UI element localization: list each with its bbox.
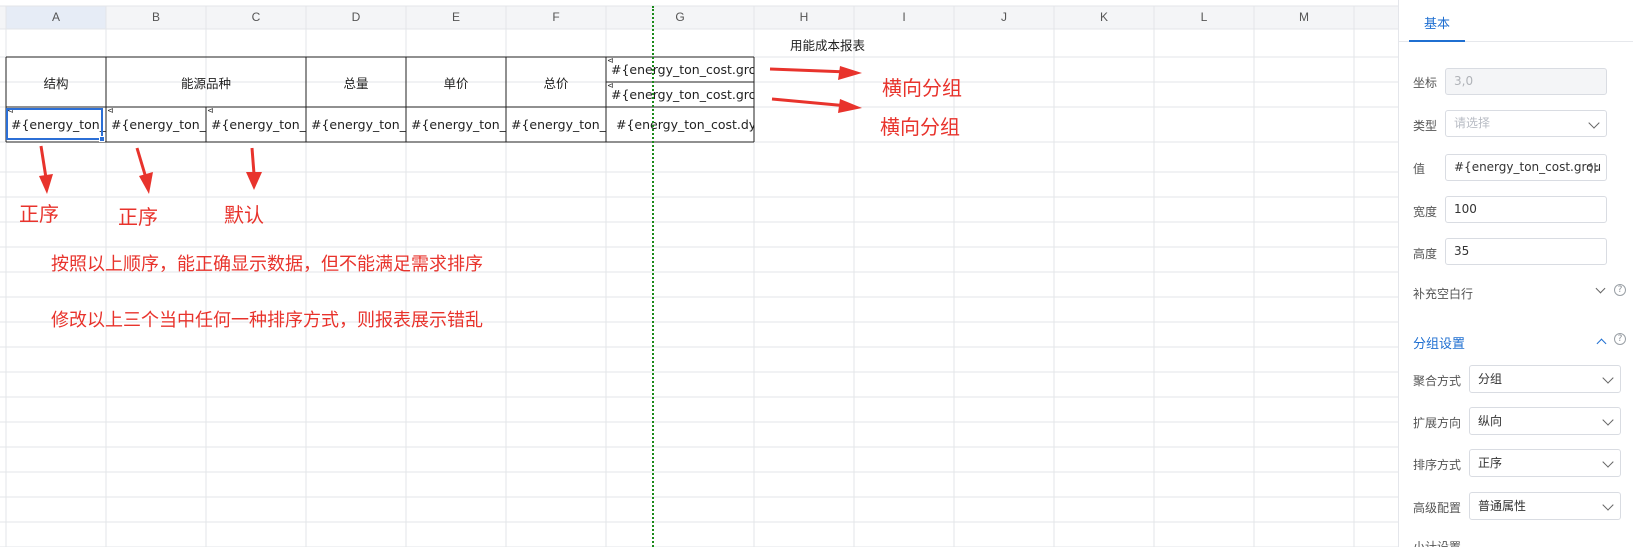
expand-direction-value: 纵向 [1478, 414, 1503, 428]
data-cell-b[interactable]: ⊲ #{energy_ton_ [106, 107, 206, 142]
report-title: 用能成本报表 [790, 38, 866, 53]
sort-label: 排序方式 [1413, 458, 1462, 472]
column-header-i[interactable]: I [854, 6, 954, 29]
type-label: 类型 [1413, 119, 1438, 133]
advanced-config-value: 普通属性 [1478, 499, 1527, 513]
expand-direction-label: 扩展方向 [1413, 416, 1462, 430]
height-field[interactable]: 35 [1445, 238, 1607, 265]
group-marker-icon: ⊲ [107, 107, 114, 115]
header-group-row1[interactable]: ⊲ #{energy_ton_cost.gro [606, 57, 754, 82]
report-designer: ABCDEFGHIJKLM 用能成本报表 结构 能源品种 总量 单价 总价 ⊲ … [0, 0, 1633, 547]
property-panel: 基本 坐标 3,0 类型 请选择 值 #{energy_ton_cost.gro… [1398, 0, 1633, 547]
tab-basic[interactable]: 基本 [1409, 10, 1465, 42]
annotation-note-1: 按照以上顺序，能正确显示数据，但不能满足需求排序 [51, 254, 483, 275]
type-select-placeholder: 请选择 [1454, 116, 1491, 130]
coordinate-label: 坐标 [1413, 76, 1438, 90]
data-cell-c[interactable]: ⊲ #{energy_ton_ [206, 107, 306, 142]
sort-select[interactable]: 正序 [1469, 449, 1621, 477]
chevron-down-icon [1588, 117, 1600, 129]
header-total-amount[interactable]: 总量 [306, 57, 406, 107]
column-header-f[interactable]: F [506, 6, 606, 29]
column-header-h[interactable]: H [754, 6, 854, 29]
annotation-note-2: 修改以上三个当中任何一种排序方式，则报表展示错乱 [51, 310, 483, 331]
column-header-d[interactable]: D [306, 6, 406, 29]
column-header-l[interactable]: L [1154, 6, 1254, 29]
data-cell-e[interactable]: #{energy_ton_ [406, 107, 506, 142]
annotation-order-c: 默认 [224, 203, 264, 227]
chevron-down-icon [1602, 372, 1614, 384]
width-field[interactable]: 100 [1445, 196, 1607, 223]
data-cell-d[interactable]: #{energy_ton_ [306, 107, 406, 142]
header-total-price[interactable]: 总价 [506, 57, 606, 107]
header-group-row1-text: #{energy_ton_cost.gro [611, 62, 754, 77]
selected-cell-outline [6, 108, 105, 142]
header-structure[interactable]: 结构 [6, 57, 106, 107]
value-field[interactable]: #{energy_ton_cost.grou [1445, 154, 1607, 181]
sort-select-value: 正序 [1478, 456, 1503, 470]
aggregate-label: 聚合方式 [1413, 374, 1462, 388]
spreadsheet-canvas[interactable]: ABCDEFGHIJKLM 用能成本报表 结构 能源品种 总量 单价 总价 ⊲ … [0, 0, 1398, 547]
group-settings-collapse-icon[interactable] [1596, 338, 1607, 349]
type-select[interactable]: 请选择 [1445, 110, 1607, 137]
page-break-guide [652, 6, 654, 547]
header-group-row2-text: #{energy_ton_cost.gro [611, 87, 754, 102]
help-icon[interactable]: ? [1614, 333, 1626, 345]
fill-blank-rows-label: 补充空白行 [1413, 287, 1474, 301]
data-cell-c-text: #{energy_ton_ [211, 117, 306, 132]
data-cell-g[interactable]: #{energy_ton_cost.dy [606, 107, 754, 142]
expand-editor-icon[interactable] [1586, 161, 1600, 175]
header-energy-type[interactable]: 能源品种 [106, 57, 306, 107]
value-field-text: #{energy_ton_cost.grou [1454, 160, 1602, 174]
group-marker-icon: ⊲ [607, 57, 614, 65]
column-header-k[interactable]: K [1054, 6, 1154, 29]
column-header-c[interactable]: C [206, 6, 306, 29]
annotation-horizontal-group-2: 横向分组 [880, 115, 960, 139]
column-header-g[interactable]: G [606, 6, 754, 29]
column-header-b[interactable]: B [106, 6, 206, 29]
advanced-config-label: 高级配置 [1413, 501, 1462, 515]
column-header-m[interactable]: M [1254, 6, 1354, 29]
panel-tab-bar: 基本 [1399, 0, 1633, 42]
annotation-order-b: 正序 [118, 205, 158, 229]
annotation-order-a: 正序 [19, 202, 59, 226]
header-group-row2[interactable]: ⊲ #{energy_ton_cost.gro [606, 82, 754, 107]
group-marker-icon: ⊲ [207, 107, 214, 115]
coordinate-field: 3,0 [1445, 68, 1607, 95]
chevron-down-icon [1602, 499, 1614, 511]
header-unit-price[interactable]: 单价 [406, 57, 506, 107]
column-header-j[interactable]: J [954, 6, 1054, 29]
aggregate-select[interactable]: 分组 [1469, 365, 1621, 393]
value-label: 值 [1413, 162, 1426, 176]
aggregate-select-value: 分组 [1478, 372, 1503, 386]
fill-handle[interactable] [99, 136, 105, 142]
chevron-down-icon [1602, 456, 1614, 468]
annotation-horizontal-group-1: 横向分组 [882, 76, 962, 100]
chevron-down-icon [1602, 414, 1614, 426]
width-label: 宽度 [1413, 205, 1438, 219]
data-cell-b-text: #{energy_ton_ [111, 117, 206, 132]
column-header-a[interactable]: A [6, 6, 106, 29]
expand-direction-select[interactable]: 纵向 [1469, 407, 1621, 435]
data-cell-f[interactable]: #{energy_ton_ [506, 107, 606, 142]
help-icon[interactable]: ? [1614, 284, 1626, 296]
group-marker-icon: ⊲ [607, 82, 614, 90]
advanced-config-select[interactable]: 普通属性 [1469, 492, 1621, 520]
group-settings-title[interactable]: 分组设置 [1413, 333, 1465, 352]
height-label: 高度 [1413, 247, 1438, 261]
column-header-e[interactable]: E [406, 6, 506, 29]
subtotal-settings-label[interactable]: 小计设置 [1413, 538, 1461, 547]
fill-blank-rows-chevron-icon[interactable] [1595, 283, 1606, 294]
